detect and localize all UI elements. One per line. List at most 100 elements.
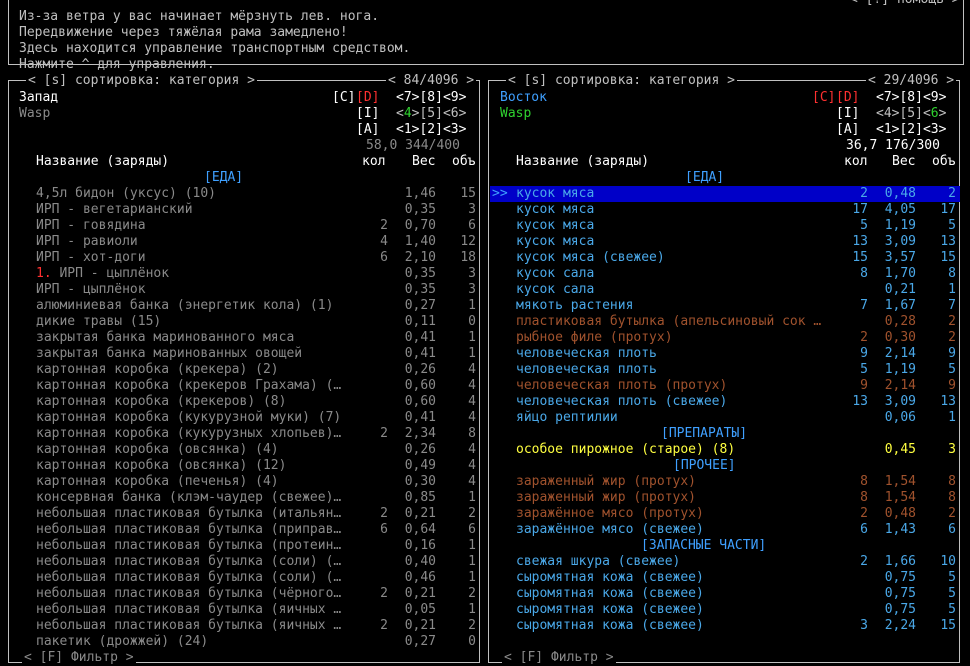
left-tag-d[interactable]: [D] bbox=[356, 90, 379, 106]
item-name: ИРП - хот-доги bbox=[36, 250, 146, 266]
item-volume: 8 bbox=[948, 474, 956, 489]
item-qty: 3 bbox=[860, 618, 868, 633]
left-filter-button[interactable]: < [F] Фильтр > bbox=[22, 650, 136, 666]
inventory-row[interactable]: небольшая пластиковая бутылка (чёрного… 2… bbox=[10, 586, 480, 602]
left-col-qty[interactable]: кол bbox=[362, 154, 385, 170]
item-name-text: сыромятная кожа (свежее) bbox=[516, 586, 704, 601]
item-name: зараженный жир (протух) bbox=[516, 474, 696, 490]
left-tag-i[interactable]: [I] bbox=[356, 106, 379, 122]
item-name: закрытая банка маринованных овощей bbox=[36, 346, 302, 362]
inventory-row[interactable]: человеческая плоть (свежее) 13 3,09 13 bbox=[490, 394, 960, 410]
inventory-row[interactable]: дикие травы (15) 0,11 0 bbox=[10, 314, 480, 330]
item-name-text: сыромятная кожа (свежее) bbox=[516, 618, 704, 633]
left-weight-volume: 58,0 344/400 bbox=[366, 138, 460, 153]
inventory-row[interactable]: ИРП - равиоли 4 1,40 12 bbox=[10, 234, 480, 250]
inventory-row[interactable]: алюминиевая банка (энергетик кола) (1) 0,… bbox=[10, 298, 480, 314]
inventory-row[interactable]: человеческая плоть 9 2,14 9 bbox=[490, 346, 960, 362]
right-grid-row2[interactable]: <4>[5]<6> bbox=[876, 106, 946, 122]
selection-cursor: >> bbox=[492, 186, 508, 201]
inventory-row[interactable]: небольшая пластиковая бутылка (соли) (… 0… bbox=[10, 570, 480, 586]
inventory-row[interactable]: ИРП - цыплёнок 0,35 3 bbox=[10, 282, 480, 298]
inventory-row[interactable]: небольшая пластиковая бутылка (яичных … 2… bbox=[10, 618, 480, 634]
item-volume: 5 bbox=[948, 570, 956, 585]
inventory-row[interactable]: кусок мяса 2 0,48 2 bbox=[490, 186, 960, 202]
right-tag-i[interactable]: [I] bbox=[836, 106, 859, 122]
item-qty: 6 bbox=[380, 522, 388, 537]
item-weight: 2,24 bbox=[884, 618, 916, 633]
inventory-row[interactable]: картонная коробка (крекеров Грахама) (… 0… bbox=[10, 378, 480, 394]
inventory-row[interactable]: яйцо рептилии 0,06 1 bbox=[490, 410, 960, 426]
inventory-row[interactable]: сыромятная кожа (свежее) 0,75 5 bbox=[490, 570, 960, 586]
right-location: Восток bbox=[500, 90, 547, 105]
left-grid-row1[interactable]: <7>[8]<9> bbox=[396, 90, 466, 106]
inventory-row[interactable]: картонная коробка (овсянка) (4) 0,26 4 bbox=[10, 442, 480, 458]
inventory-row[interactable]: ИРП - хот-доги 6 2,10 18 bbox=[10, 250, 480, 266]
left-col-name[interactable]: Название (заряды) bbox=[36, 154, 169, 170]
item-weight: 0,30 bbox=[404, 474, 436, 489]
inventory-row[interactable]: картонная коробка (кукурузной муки) (7) 0… bbox=[10, 410, 480, 426]
right-sort-button[interactable]: < [s] сортировка: категория > bbox=[506, 73, 737, 89]
inventory-row[interactable]: 4,5л бидон (уксус) (10) 1,46 15 bbox=[10, 186, 480, 202]
item-name-text: мякоть растения bbox=[516, 298, 634, 313]
inventory-row[interactable]: консервная банка (клэм-чаудер (свежее)… 0… bbox=[10, 490, 480, 506]
inventory-row[interactable]: небольшая пластиковая бутылка (протеин… 0… bbox=[10, 538, 480, 554]
inventory-row[interactable]: кусок сала 0,21 1 bbox=[490, 282, 960, 298]
item-qty: 5 bbox=[860, 362, 868, 377]
inventory-row[interactable]: 1. ИРП - цыплёнок 0,35 3 bbox=[10, 266, 480, 282]
inventory-row[interactable]: кусок мяса 13 3,09 13 bbox=[490, 234, 960, 250]
inventory-row[interactable]: свежая шкура (свежее) 2 1,66 10 bbox=[490, 554, 960, 570]
inventory-row[interactable]: картонная коробка (печенья) (4) 0,30 4 bbox=[10, 474, 480, 490]
inventory-row[interactable]: картонная коробка (крекера) (2) 0,26 4 bbox=[10, 362, 480, 378]
right-col-name[interactable]: Название (заряды) bbox=[516, 154, 649, 170]
inventory-row[interactable]: сыромятная кожа (свежее) 0,75 5 bbox=[490, 586, 960, 602]
inventory-row[interactable]: кусок мяса 17 4,05 17 bbox=[490, 202, 960, 218]
inventory-row[interactable]: небольшая пластиковая бутылка (яичных … 0… bbox=[10, 602, 480, 618]
inventory-row[interactable]: картонная коробка (кукурузных хлопьев)… 2… bbox=[10, 426, 480, 442]
inventory-row[interactable]: особое пирожное (старое) (8) 0,45 3 bbox=[490, 442, 960, 458]
left-grid-row3[interactable]: <1>[2]<3> bbox=[396, 122, 466, 138]
item-name-text: человеческая плоть (свежее) bbox=[516, 394, 728, 409]
inventory-row[interactable]: сыромятная кожа (свежее) 3 2,24 15 bbox=[490, 618, 960, 634]
inventory-row[interactable]: картонная коробка (овсянка) (12) 0,49 4 bbox=[10, 458, 480, 474]
left-tag-a[interactable]: [A] bbox=[356, 122, 379, 138]
left-sort-button[interactable]: < [s] сортировка: категория > bbox=[26, 73, 257, 89]
inventory-row[interactable]: сыромятная кожа (свежее) 0,75 5 bbox=[490, 602, 960, 618]
right-tag-c[interactable]: [C] bbox=[812, 90, 835, 106]
inventory-row[interactable]: заражённое мясо (протух) 2 0,48 2 bbox=[490, 506, 960, 522]
inventory-row[interactable]: мякоть растения 7 1,67 7 bbox=[490, 298, 960, 314]
right-tag-d[interactable]: [D] bbox=[836, 90, 859, 106]
inventory-row[interactable]: ИРП - говядина 2 0,70 6 bbox=[10, 218, 480, 234]
inventory-row[interactable]: небольшая пластиковая бутылка (итальян… 2… bbox=[10, 506, 480, 522]
inventory-row[interactable]: небольшая пластиковая бутылка (соли) (… 0… bbox=[10, 554, 480, 570]
inventory-row[interactable]: зараженный жир (протух) 8 1,54 8 bbox=[490, 490, 960, 506]
inventory-row[interactable]: кусок мяса (свежее) 15 3,57 15 bbox=[490, 250, 960, 266]
inventory-row[interactable]: кусок мяса 5 1,19 5 bbox=[490, 218, 960, 234]
inventory-row[interactable]: закрытая банка маринованных овощей 0,41 1 bbox=[10, 346, 480, 362]
right-col-qty[interactable]: кол bbox=[844, 154, 867, 170]
right-col-vol[interactable]: объ bbox=[932, 154, 955, 170]
right-col-weight[interactable]: Вес bbox=[892, 154, 915, 170]
item-volume: 10 bbox=[940, 554, 956, 569]
item-weight: 0,45 bbox=[884, 442, 916, 457]
inventory-row[interactable]: пакетик (дрожжей) (24) 0,27 0 bbox=[10, 634, 480, 650]
right-grid-row3[interactable]: <1>[2]<3> bbox=[876, 122, 946, 138]
inventory-row[interactable]: ИРП - вегетарианский 0,35 3 bbox=[10, 202, 480, 218]
inventory-row[interactable]: человеческая плоть 5 1,19 5 bbox=[490, 362, 960, 378]
inventory-row[interactable]: зараженный жир (протух) 8 1,54 8 bbox=[490, 474, 960, 490]
inventory-row[interactable]: закрытая банка маринованного мяса 0,41 1 bbox=[10, 330, 480, 346]
inventory-row[interactable]: пластиковая бутылка (апельсиновый сок … 0… bbox=[490, 314, 960, 330]
right-tag-a[interactable]: [A] bbox=[836, 122, 859, 138]
inventory-row[interactable]: небольшая пластиковая бутылка (приправ… 6… bbox=[10, 522, 480, 538]
inventory-row[interactable]: картонная коробка (крекеров) (8) 0,60 4 bbox=[10, 394, 480, 410]
left-grid-row2[interactable]: <4>[5]<6> bbox=[396, 106, 466, 122]
inventory-row[interactable]: заражённое мясо (свежее) 6 1,43 6 bbox=[490, 522, 960, 538]
left-col-vol[interactable]: объ bbox=[452, 154, 475, 170]
left-tag-c[interactable]: [C] bbox=[332, 90, 355, 106]
inventory-row[interactable]: кусок сала 8 1,70 8 bbox=[490, 266, 960, 282]
right-filter-button[interactable]: < [F] Фильтр > bbox=[502, 650, 616, 666]
help-button[interactable]: < [?] помощь > bbox=[848, 0, 962, 8]
inventory-row[interactable]: человеческая плоть (протух) 9 2,14 9 bbox=[490, 378, 960, 394]
inventory-row[interactable]: рыбное филе (протух) 2 0,30 2 bbox=[490, 330, 960, 346]
right-grid-row1[interactable]: <7>[8]<9> bbox=[876, 90, 946, 106]
left-col-weight[interactable]: Вес bbox=[412, 154, 435, 170]
